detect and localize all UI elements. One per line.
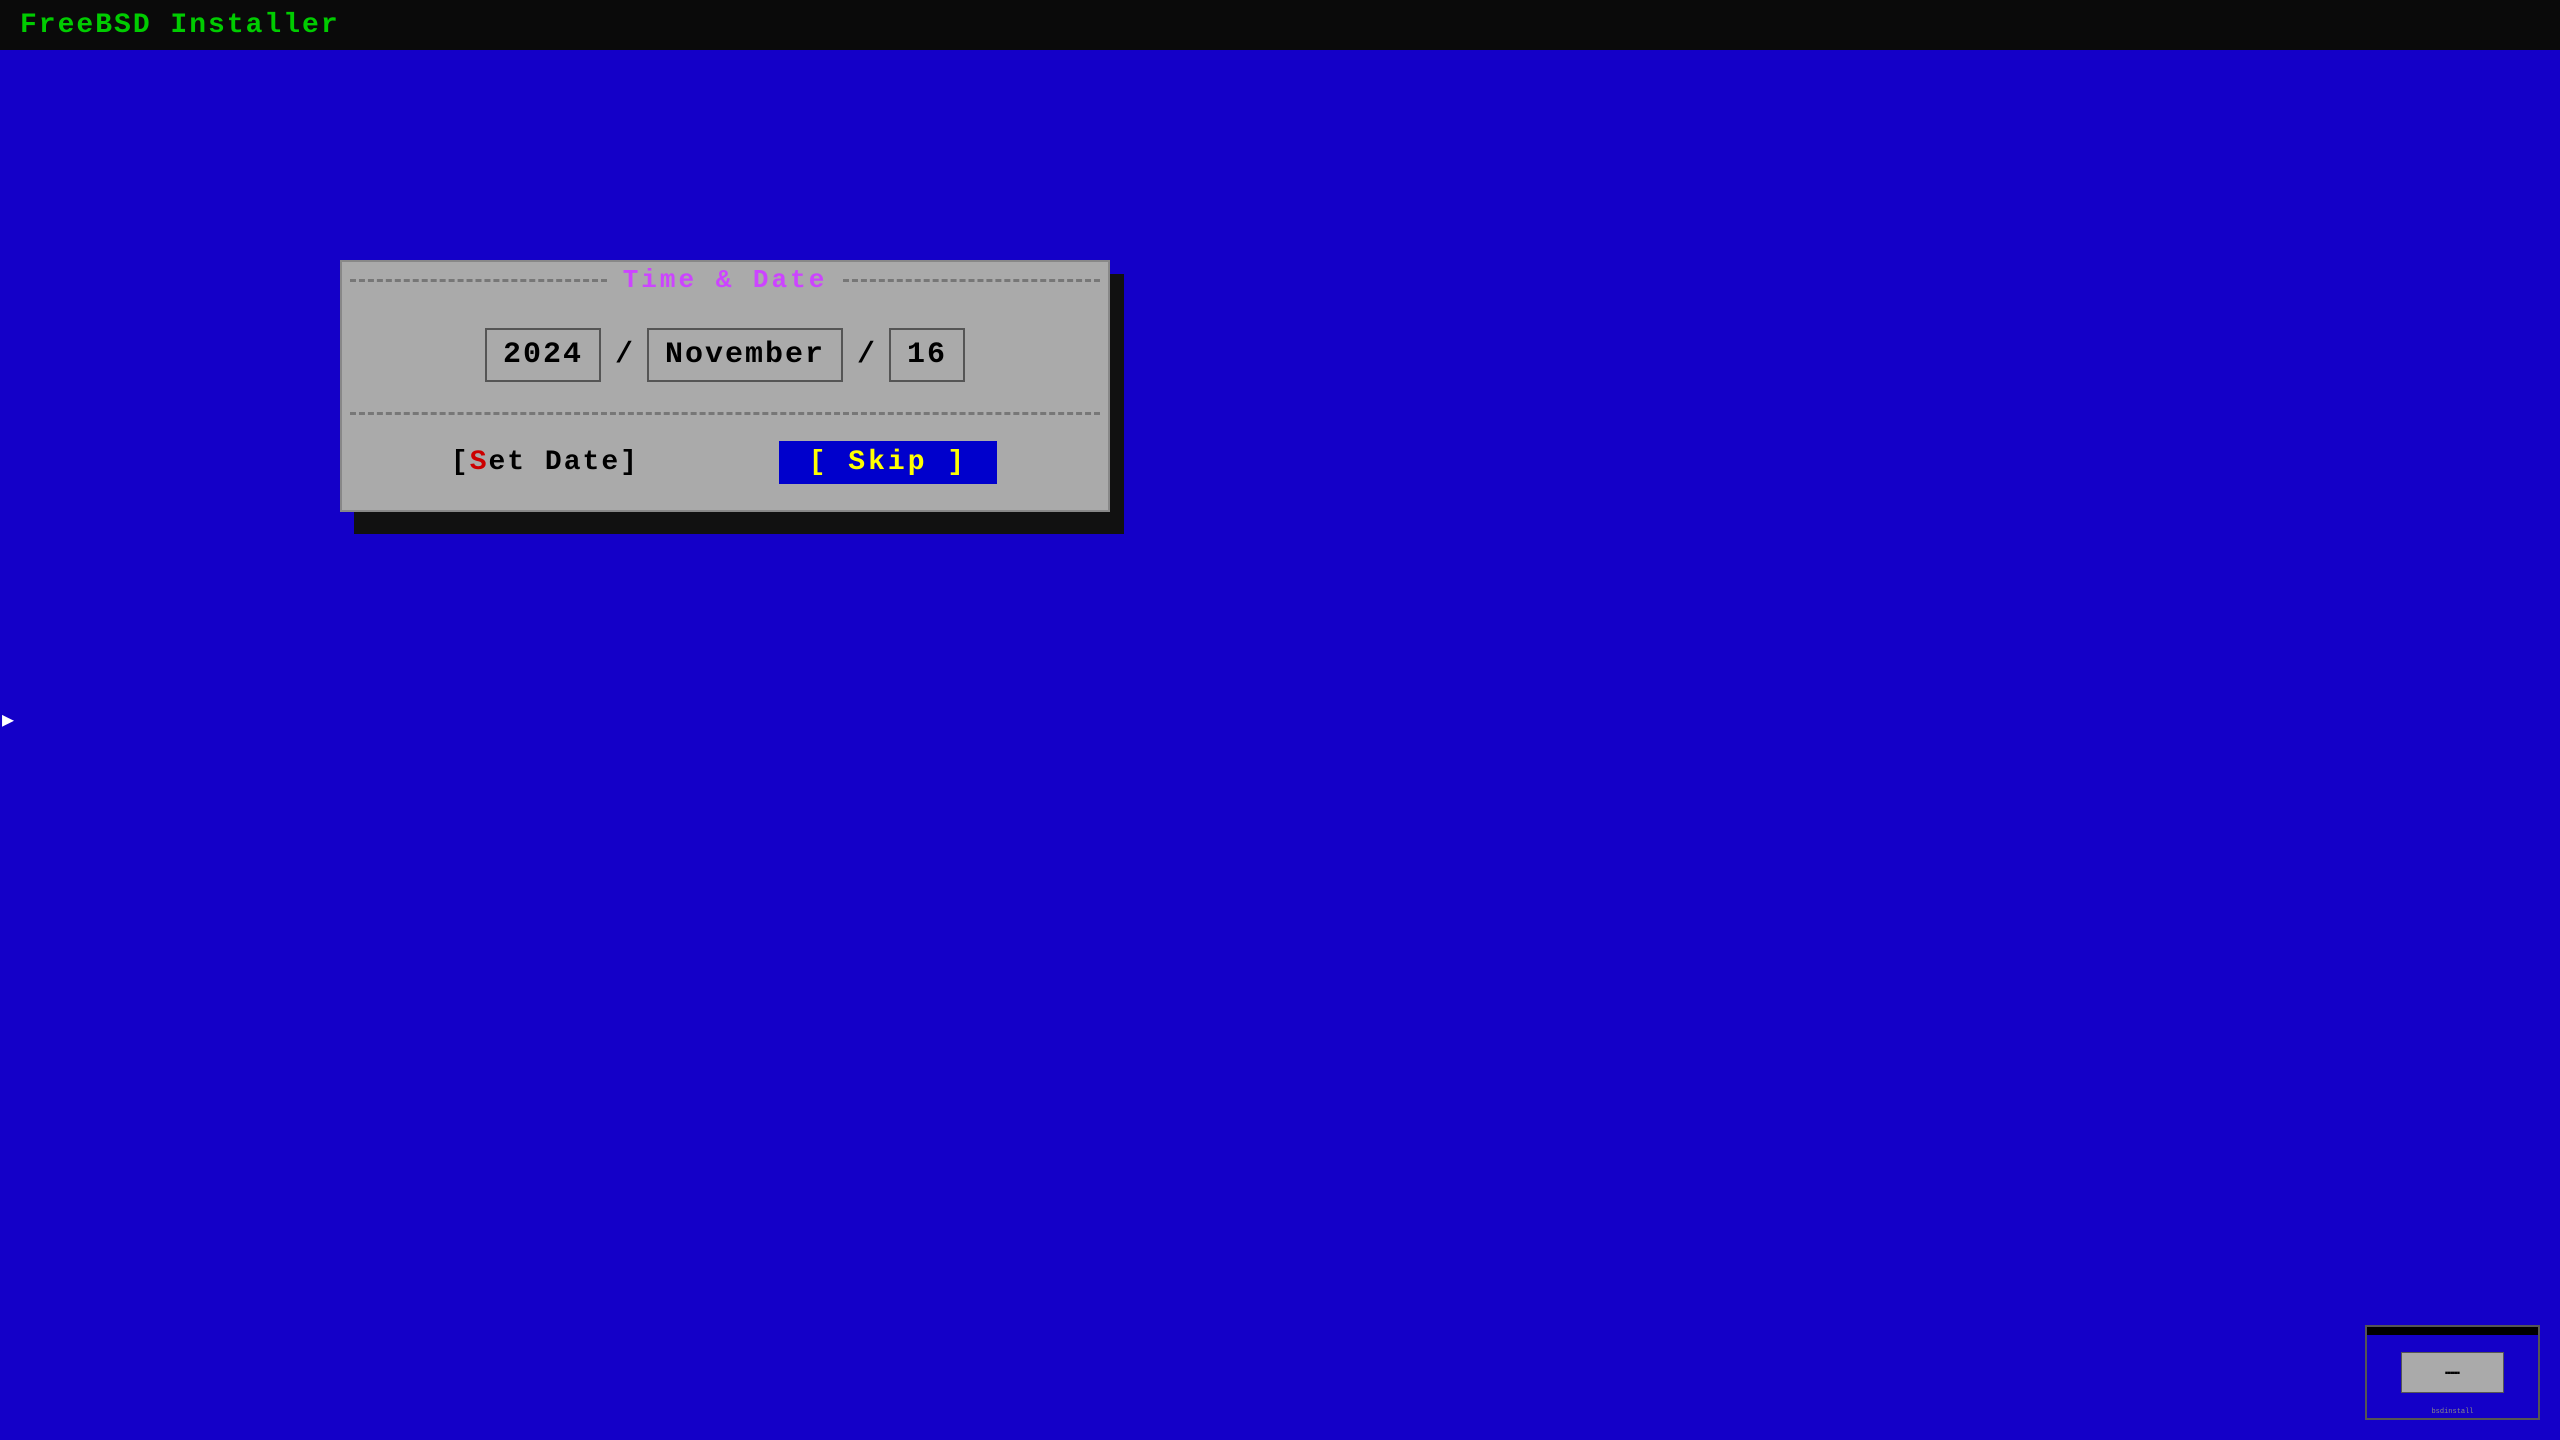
thumb-top-bar — [2367, 1327, 2538, 1335]
time-date-dialog: Time & Date 2024 / November / 16 [Set Da… — [340, 260, 1110, 512]
dialog-title-row: Time & Date — [342, 262, 1108, 298]
date-separator-2: / — [843, 338, 889, 372]
day-field[interactable]: 16 — [889, 328, 965, 382]
title-left-border — [350, 279, 607, 282]
dialog-title: Time & Date — [615, 265, 836, 295]
scroll-arrow-icon: ▶ — [2, 710, 14, 733]
thumb-dialog-inner: ■■■■■■ — [2445, 1370, 2459, 1375]
thumb-content: ■■■■■■ bsdinstall — [2367, 1327, 2538, 1418]
thumb-dialog: ■■■■■■ — [2401, 1352, 2504, 1393]
title-right-border — [843, 279, 1100, 282]
thumb-label: bsdinstall — [2431, 1408, 2473, 1416]
date-row: 2024 / November / 16 — [342, 298, 1108, 412]
top-bar: FreeBSD Installer — [0, 0, 2560, 50]
skip-label: [ Skip ] — [809, 447, 967, 478]
dialog-wrapper: Time & Date 2024 / November / 16 [Set Da… — [340, 260, 1110, 512]
set-date-button[interactable]: [Set Date] — [451, 447, 639, 478]
date-separator-1: / — [601, 338, 647, 372]
app-title: FreeBSD Installer — [20, 10, 340, 41]
year-field[interactable]: 2024 — [485, 328, 601, 382]
scroll-indicator[interactable]: ▶ — [0, 703, 16, 737]
skip-button[interactable]: [ Skip ] — [777, 439, 999, 486]
set-date-label: et Date] — [489, 447, 639, 478]
month-field[interactable]: November — [647, 328, 843, 382]
thumbnail-preview: ■■■■■■ bsdinstall — [2365, 1325, 2540, 1420]
buttons-row: [Set Date] [ Skip ] — [342, 415, 1108, 510]
separator-line: - - - - - - - - - - - - - - - - - - - - … — [0, 52, 2560, 58]
set-date-highlight: S — [470, 447, 489, 478]
separator-pattern: - - - - - - - - - - - - - - - - - - - - … — [0, 54, 2560, 58]
